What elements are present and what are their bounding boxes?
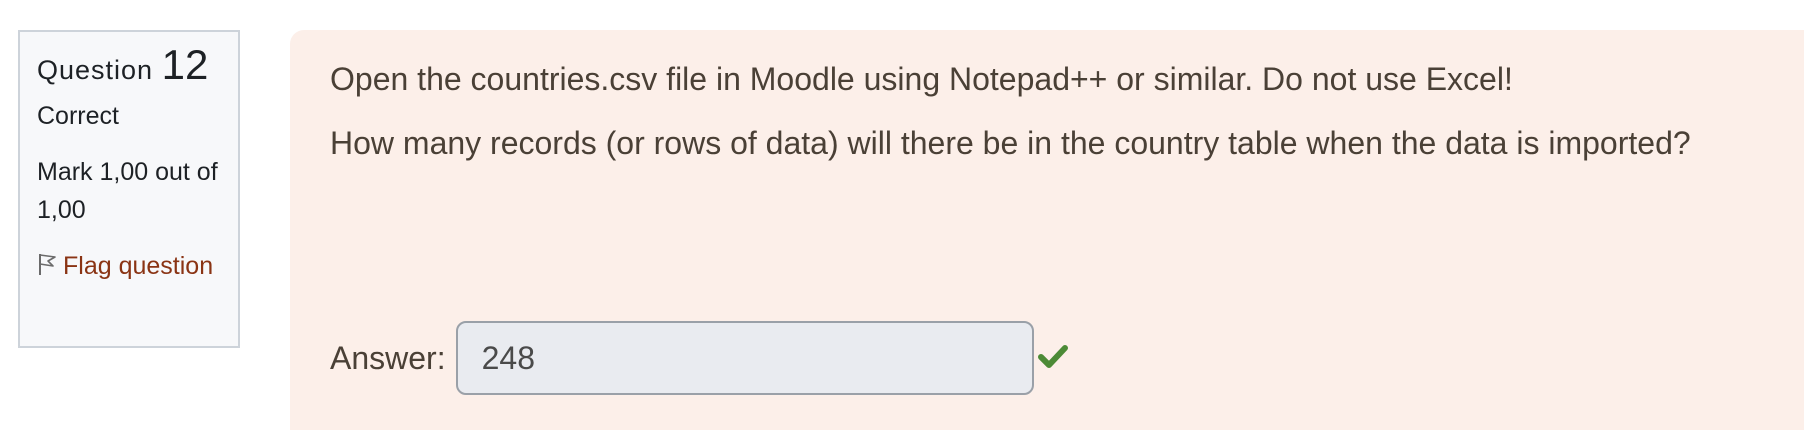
question-word: Question (37, 55, 154, 85)
question-content: Open the countries.csv file in Moodle us… (290, 30, 1804, 430)
question-info-panel: Question 12 Correct Mark 1,00 out of 1,0… (18, 30, 240, 348)
flag-icon (37, 249, 57, 287)
question-text-line-1: Open the countries.csv file in Moodle us… (330, 61, 1513, 97)
answer-input[interactable] (455, 321, 1034, 395)
question-grade: Mark 1,00 out of 1,00 (37, 158, 218, 224)
flag-question-link[interactable]: Flag question (37, 247, 222, 287)
question-number-heading: Question 12 (37, 44, 222, 91)
question-number: 12 (161, 41, 209, 88)
question-state: Correct (37, 102, 119, 130)
answer-row: Answer: (330, 321, 1068, 395)
check-icon (1037, 343, 1068, 374)
answer-label: Answer: (330, 339, 446, 376)
question-text-line-2: How many records (or rows of data) will … (330, 125, 1691, 161)
flag-question-label: Flag question (63, 252, 214, 280)
